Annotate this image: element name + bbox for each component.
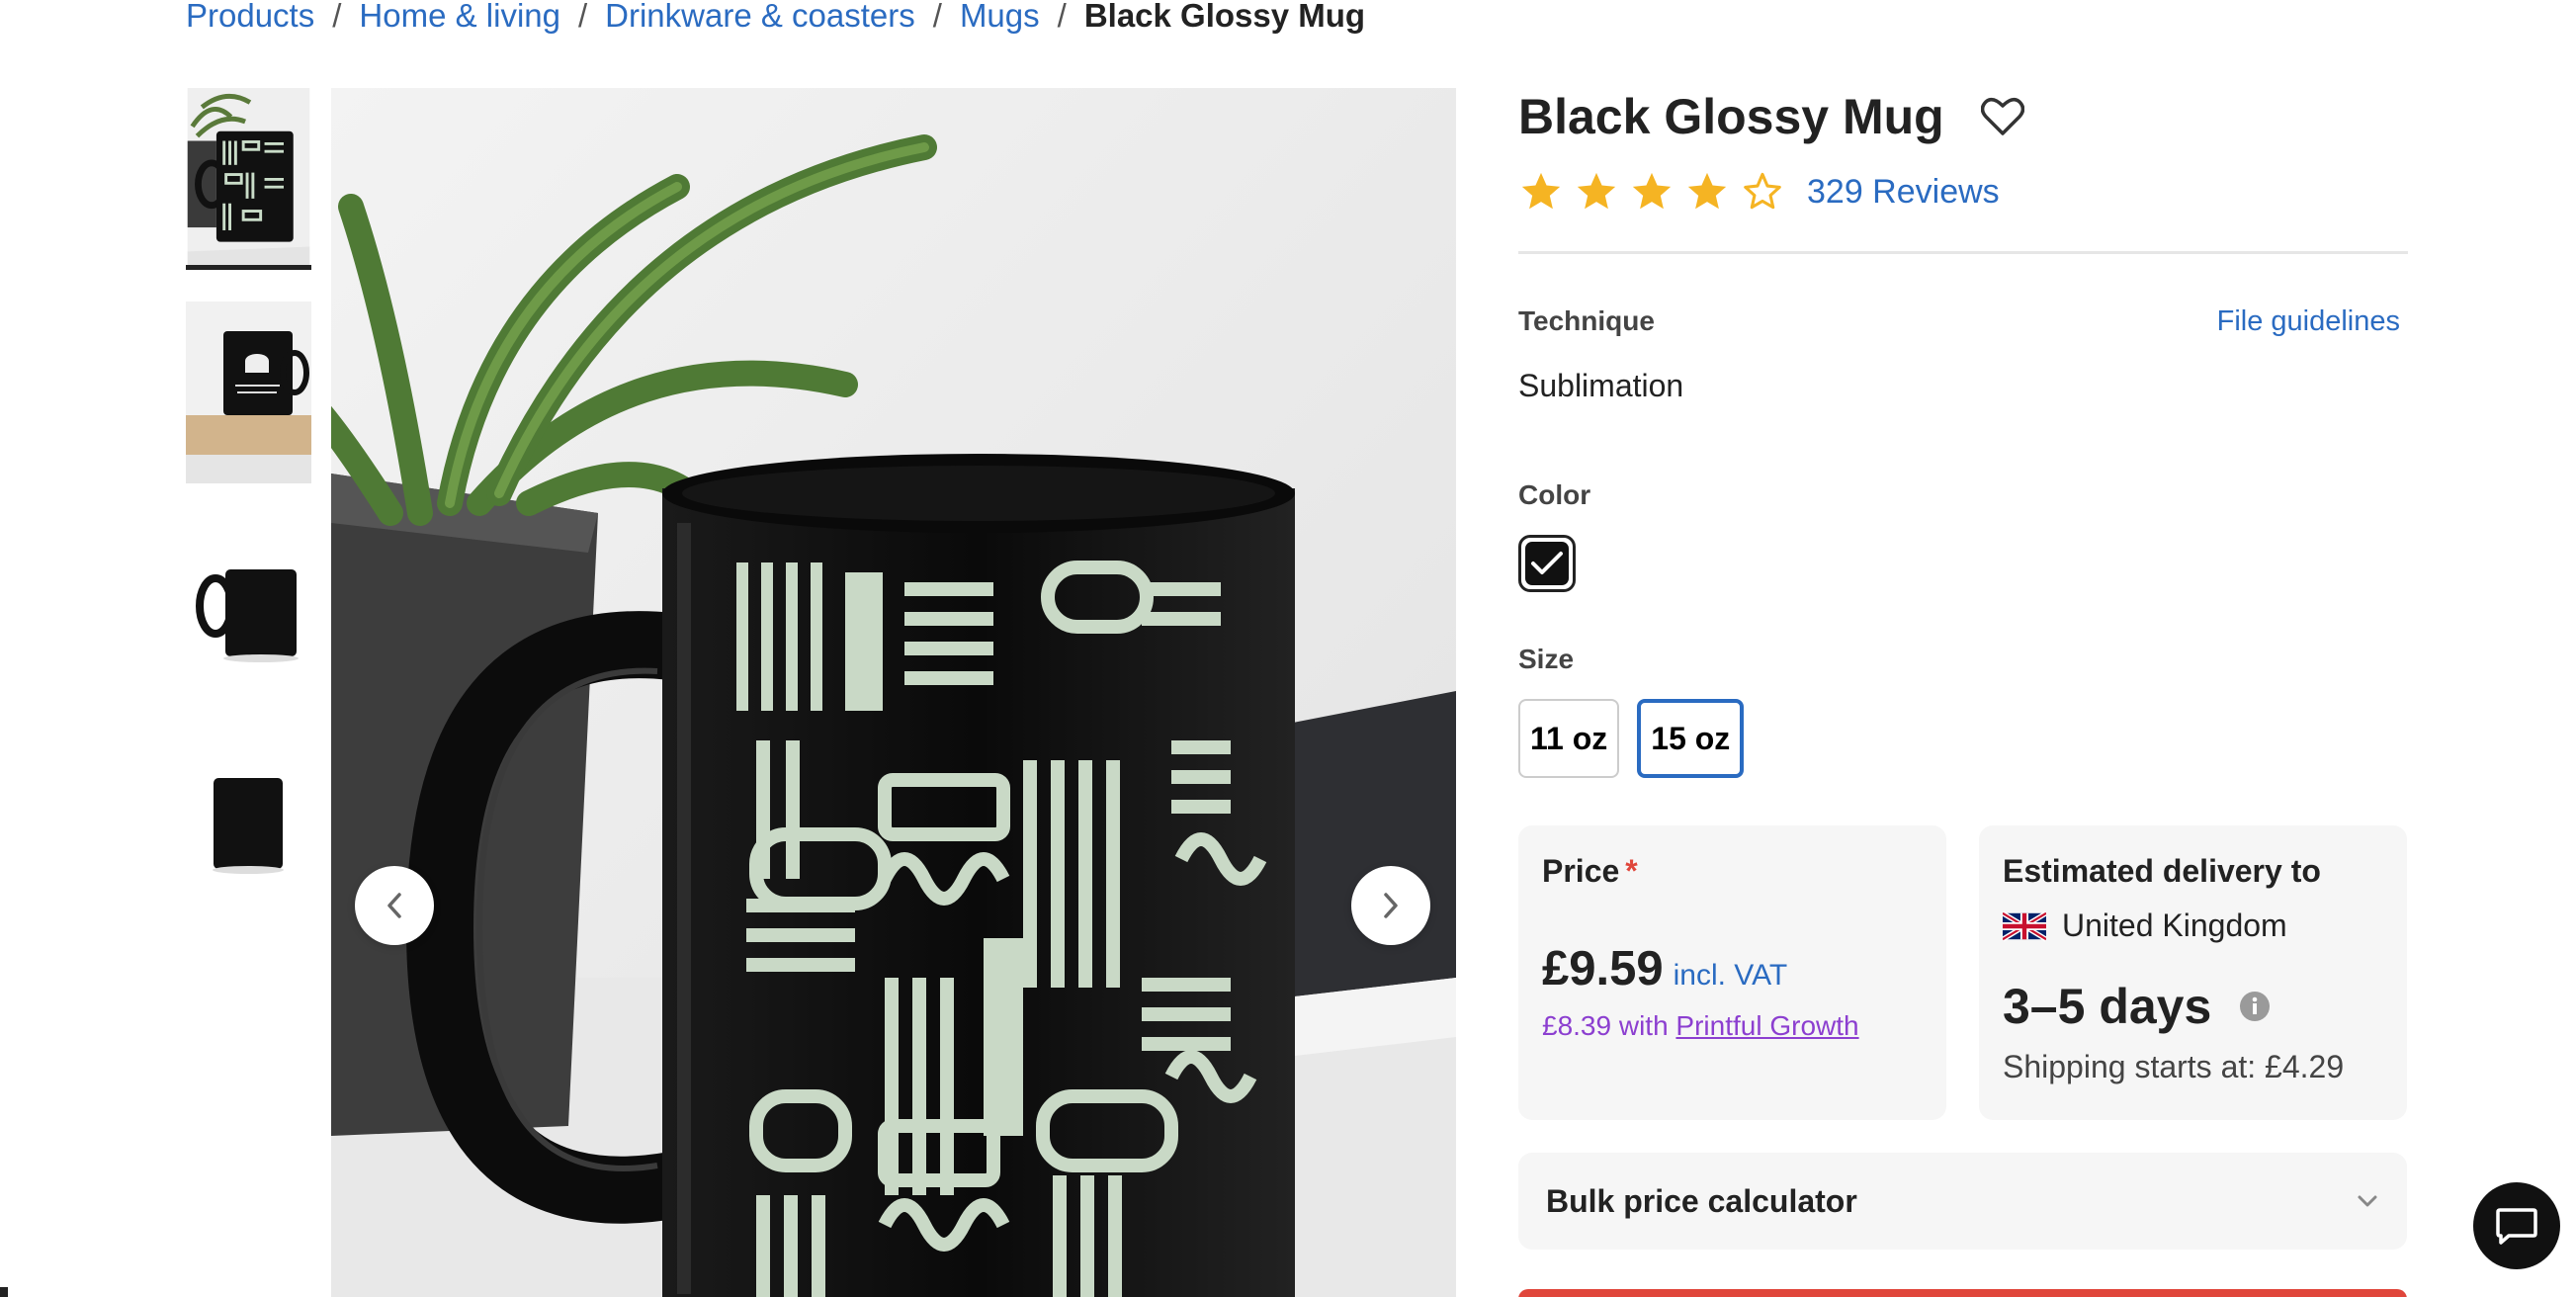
chevron-right-icon	[1384, 893, 1398, 918]
breadcrumb-home-living[interactable]: Home & living	[359, 0, 560, 35]
info-icon[interactable]	[2239, 991, 2271, 1022]
growth-price-text: £8.39 with	[1542, 1010, 1669, 1041]
thumbnail-mug-side-view[interactable]	[186, 515, 311, 697]
bulk-price-label: Bulk price calculator	[1546, 1182, 1857, 1219]
breadcrumb-current: Black Glossy Mug	[1083, 0, 1366, 34]
mug-front-view-image	[186, 729, 311, 910]
file-guidelines-link[interactable]: File guidelines	[2217, 305, 2400, 338]
color-label: Color	[1518, 479, 1591, 510]
size-label: Size	[1518, 644, 1575, 674]
thumbnail-mug-with-plant[interactable]	[186, 88, 311, 270]
country-name: United Kingdom	[2062, 908, 2287, 943]
star-filled-icon	[1687, 172, 1727, 210]
breadcrumb-separator: /	[932, 0, 942, 34]
technique-value: Sublimation	[1518, 368, 1684, 403]
thumbnail-list	[186, 88, 311, 942]
carousel-prev-button[interactable]	[355, 866, 434, 945]
info-cards: Price * £9.59 incl. VAT £8.39 with Printf…	[1518, 825, 2408, 1120]
breadcrumb-separator: /	[1057, 0, 1067, 34]
title-row: Black Glossy Mug	[1518, 79, 2408, 154]
reviews-link[interactable]: 329 Reviews	[1807, 173, 2000, 212]
breadcrumb-mugs[interactable]: Mugs	[960, 0, 1040, 35]
size-option-15oz[interactable]: 15 oz	[1637, 699, 1745, 778]
breadcrumb-separator: /	[332, 0, 342, 34]
uk-flag-icon	[2003, 910, 2046, 941]
black-glossy-mug-photo	[331, 88, 1456, 1297]
star-outline-icon	[1744, 172, 1781, 210]
add-to-store-button[interactable]	[1518, 1289, 2407, 1297]
star-filled-icon	[1632, 172, 1672, 210]
price-title: Price *	[1542, 853, 1923, 890]
price-row: £9.59 incl. VAT	[1542, 941, 1923, 996]
technique-label: Technique	[1518, 305, 1655, 336]
color-swatch-black[interactable]	[1518, 535, 1576, 592]
technique-row: Technique File guidelines	[1518, 305, 2408, 338]
printful-growth-link[interactable]: Printful Growth	[1675, 1010, 1858, 1041]
breadcrumb: Products / Home & living / Drinkware & c…	[186, 0, 1365, 36]
mug-side-view-image	[186, 515, 311, 697]
bulk-price-calculator[interactable]: Bulk price calculator	[1518, 1153, 2407, 1250]
delivery-card: Estimated delivery to United Kingdom 3–5…	[1979, 825, 2407, 1120]
shipping-starts: Shipping starts at: £4.29	[2003, 1049, 2345, 1084]
size-options: 11 oz 15 oz	[1518, 699, 2408, 778]
delivery-country[interactable]: United Kingdom	[2003, 908, 2383, 944]
rating-row: 329 Reviews	[1518, 164, 2408, 219]
chat-bubble-icon	[2496, 1208, 2537, 1245]
carousel-next-button[interactable]	[1351, 866, 1430, 945]
color-swatch-fill	[1525, 542, 1569, 585]
thumbnail-mug-front-view[interactable]	[186, 729, 311, 910]
breadcrumb-drinkware[interactable]: Drinkware & coasters	[605, 0, 915, 35]
product-title: Black Glossy Mug	[1518, 89, 1944, 144]
divider	[1518, 251, 2408, 254]
price-value: £9.59	[1542, 942, 1664, 995]
delivery-title: Estimated delivery to	[2003, 853, 2321, 889]
required-mark: *	[1625, 853, 1638, 889]
star-filled-icon	[1577, 172, 1616, 210]
thumbnail-mug-on-wood-block[interactable]	[186, 302, 311, 483]
size-option-11oz[interactable]: 11 oz	[1518, 699, 1620, 778]
product-details-panel: Black Glossy Mug 329 Reviews Technique F…	[1518, 79, 2408, 1250]
window-corner-mark	[0, 1287, 8, 1297]
checkmark-icon	[1531, 552, 1563, 574]
delivery-days-row: 3–5 days	[2003, 978, 2383, 1035]
vat-label: incl. VAT	[1673, 959, 1788, 992]
growth-price: £8.39 with Printful Growth	[1542, 1010, 1923, 1042]
delivery-days: 3–5 days	[2003, 979, 2212, 1034]
chevron-down-icon	[2358, 1195, 2377, 1207]
breadcrumb-separator: /	[577, 0, 588, 34]
star-filled-icon	[1521, 172, 1561, 210]
favorite-button[interactable]	[1980, 94, 2025, 139]
mug-on-wood-block-image	[186, 302, 311, 483]
price-card: Price * £9.59 incl. VAT £8.39 with Printf…	[1518, 825, 1946, 1120]
main-product-image	[331, 88, 1456, 1297]
chat-button[interactable]	[2473, 1182, 2560, 1269]
breadcrumb-products[interactable]: Products	[186, 0, 314, 35]
chevron-left-icon	[387, 893, 401, 918]
mug-with-plant-image	[187, 88, 310, 265]
heart-outline-icon	[1980, 98, 2024, 135]
price-title-text: Price	[1542, 853, 1620, 889]
